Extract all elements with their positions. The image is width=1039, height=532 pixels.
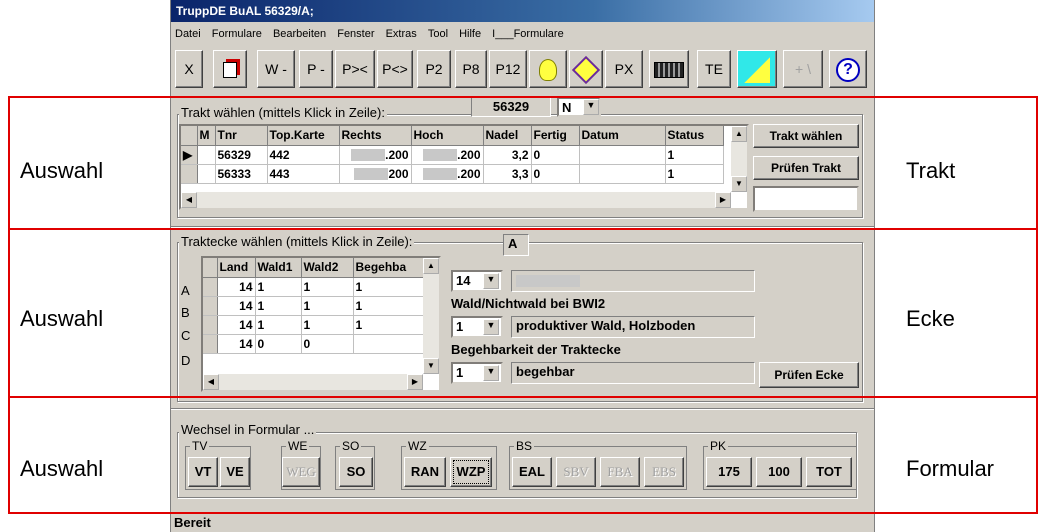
- help-icon: ?: [836, 58, 860, 83]
- menu-formulare[interactable]: Formulare: [208, 24, 266, 40]
- annotation-box-formular: [8, 396, 1038, 514]
- menu-tool[interactable]: Tool: [424, 24, 452, 40]
- p12-button[interactable]: P12: [489, 50, 527, 88]
- p-collapse-button[interactable]: P><: [335, 50, 375, 88]
- p2-button[interactable]: P2: [417, 50, 451, 88]
- annotation-right-ecke: Ecke: [906, 306, 955, 331]
- annotation-box-trakt: [8, 96, 1038, 230]
- menu-hilfe[interactable]: Hilfe: [455, 24, 485, 40]
- menu-bar: Datei Formulare Bearbeiten Fenster Extra…: [171, 24, 874, 44]
- annotation-right-formular: Formular: [906, 456, 995, 481]
- p-minus-button[interactable]: P -: [299, 50, 333, 88]
- title-bar: TruppDE BuAL 56329/A;: [171, 0, 874, 22]
- menu-datei[interactable]: Datei: [171, 24, 205, 40]
- menu-i-formulare[interactable]: I___Formulare: [488, 24, 568, 40]
- diamond-icon: [571, 56, 601, 85]
- menu-bearbeiten[interactable]: Bearbeiten: [269, 24, 330, 40]
- document-icon: [223, 62, 237, 79]
- annotation-right-trakt: Trakt: [906, 158, 956, 183]
- window-title: TruppDE BuAL 56329/A;: [176, 4, 314, 18]
- annotation-left-ecke: Auswahl: [20, 306, 104, 331]
- annotation-box-ecke: [8, 228, 1038, 398]
- p8-button[interactable]: P8: [455, 50, 487, 88]
- lightbulb-button[interactable]: [529, 50, 567, 88]
- px-button[interactable]: PX: [605, 50, 643, 88]
- annotation-left-trakt: Auswahl: [20, 158, 104, 183]
- p-expand-button[interactable]: P<>: [377, 50, 413, 88]
- shape-button[interactable]: [569, 50, 603, 88]
- annotation-left-formular: Auswahl: [20, 456, 104, 481]
- menu-fenster[interactable]: Fenster: [333, 24, 378, 40]
- keyboard-button[interactable]: [649, 50, 689, 88]
- w-minus-button[interactable]: W -: [257, 50, 295, 88]
- copy-doc-button[interactable]: [213, 50, 247, 88]
- lightbulb-icon: [539, 59, 557, 82]
- add-disabled-button[interactable]: + \: [783, 50, 823, 88]
- map-icon: [744, 57, 770, 84]
- map-button[interactable]: [737, 50, 777, 88]
- menu-extras[interactable]: Extras: [382, 24, 421, 40]
- toolbar: X W - P - P>< P<> P2 P8 P12 PX TE + \ ?: [173, 50, 873, 92]
- help-button[interactable]: ?: [829, 50, 867, 88]
- close-button[interactable]: X: [175, 50, 203, 88]
- keyboard-icon: [654, 62, 684, 79]
- te-button[interactable]: TE: [697, 50, 731, 88]
- status-text: Bereit: [174, 515, 211, 530]
- status-bar: Bereit: [171, 512, 874, 532]
